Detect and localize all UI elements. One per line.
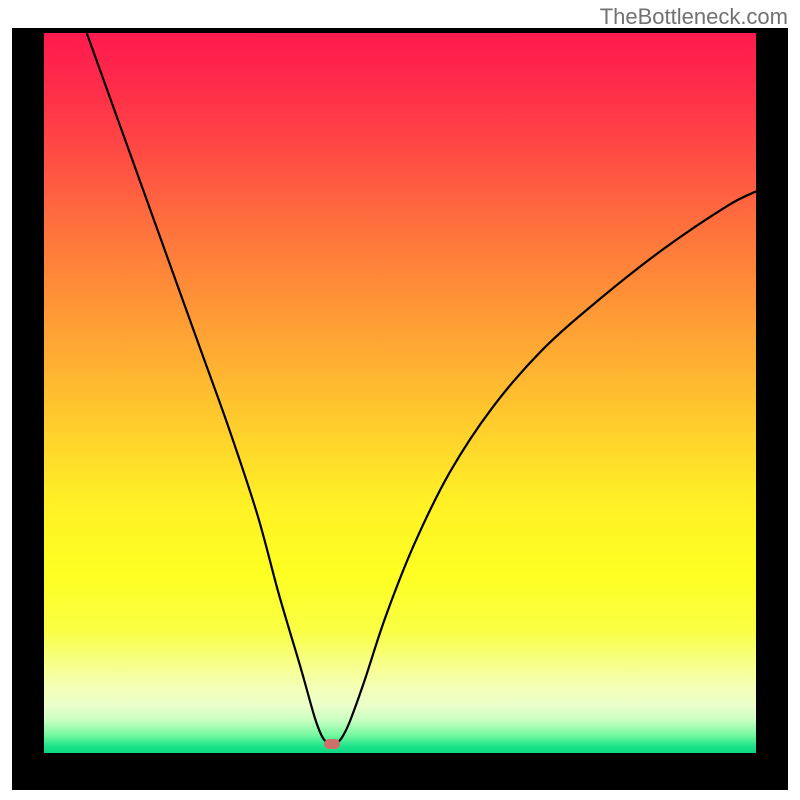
plot-frame <box>12 28 788 790</box>
bottleneck-curve <box>87 33 756 744</box>
watermark-text: TheBottleneck.com <box>600 4 788 30</box>
optimal-point-marker <box>324 739 340 749</box>
chart-container: TheBottleneck.com <box>0 0 800 800</box>
plot-area <box>44 33 756 753</box>
curve-layer <box>44 33 756 753</box>
